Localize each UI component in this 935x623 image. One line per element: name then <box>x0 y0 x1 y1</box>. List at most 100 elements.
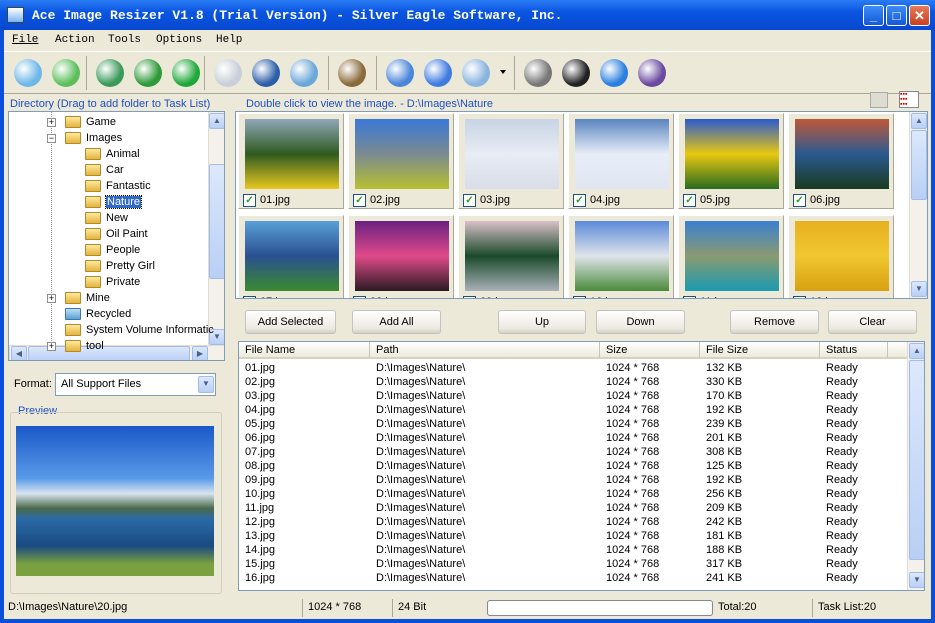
tree-node[interactable]: Private <box>85 274 140 290</box>
table-row[interactable]: 07.jpg D:\Images\Nature\ 1024 * 768 308 KB R… <box>239 445 907 459</box>
table-row[interactable]: 04.jpg D:\Images\Nature\ 1024 * 768 192 KB R… <box>239 403 907 417</box>
checkbox[interactable]: ✓ <box>573 296 586 298</box>
globe-button[interactable] <box>248 55 284 91</box>
checkbox[interactable]: ✓ <box>353 194 366 207</box>
checkbox[interactable]: ✓ <box>463 296 476 298</box>
checkbox[interactable]: ✓ <box>463 194 476 207</box>
checkbox[interactable]: ✓ <box>683 194 696 207</box>
checkbox[interactable]: ✓ <box>683 296 696 298</box>
task-list[interactable]: File Name Path Size File Size Status ▲ ▼… <box>238 341 925 591</box>
directory-tree[interactable]: ▲ ▼ ◀ ▶ + Game − Images Animal Car Fantastic Na… <box>8 111 225 361</box>
tree-node[interactable]: New <box>85 210 128 226</box>
blue-folder-button[interactable] <box>420 55 456 91</box>
monitor-button[interactable] <box>458 55 494 91</box>
tree-node[interactable]: System Volume Informatic <box>65 322 214 338</box>
table-row[interactable]: 15.jpg D:\Images\Nature\ 1024 * 768 317 KB R… <box>239 557 907 571</box>
scroll-thumb[interactable] <box>911 130 927 200</box>
table-row[interactable]: 06.jpg D:\Images\Nature\ 1024 * 768 201 KB R… <box>239 431 907 445</box>
tree-node[interactable]: Recycled <box>65 306 131 322</box>
maximize-button[interactable]: □ <box>886 5 907 26</box>
table-row[interactable]: 14.jpg D:\Images\Nature\ 1024 * 768 188 KB R… <box>239 543 907 557</box>
thumbnail-image[interactable] <box>575 119 669 189</box>
menu-file[interactable]: File <box>12 34 38 46</box>
resize-button[interactable] <box>130 55 166 91</box>
new-task-button[interactable] <box>10 55 46 91</box>
scroll-right-icon[interactable]: ▶ <box>192 346 208 360</box>
close-button[interactable]: ✕ <box>909 5 930 26</box>
tree-node[interactable]: Nature <box>85 194 143 210</box>
table-row[interactable]: 13.jpg D:\Images\Nature\ 1024 * 768 181 KB R… <box>239 529 907 543</box>
remove-button[interactable]: Remove <box>730 310 819 334</box>
scroll-left-icon[interactable]: ◀ <box>11 346 27 360</box>
thumbnail[interactable]: ✓ 02.jpg <box>348 113 454 209</box>
column-file-name[interactable]: File Name <box>239 342 370 359</box>
checkbox[interactable]: ✓ <box>573 194 586 207</box>
menu-options[interactable]: Options <box>156 34 202 46</box>
table-row[interactable]: 08.jpg D:\Images\Nature\ 1024 * 768 125 KB R… <box>239 459 907 473</box>
table-row[interactable]: 09.jpg D:\Images\Nature\ 1024 * 768 192 KB R… <box>239 473 907 487</box>
add-task-button[interactable] <box>48 55 84 91</box>
clear-button[interactable]: Clear <box>828 310 917 334</box>
checkbox[interactable]: ✓ <box>243 296 256 298</box>
thumbnail[interactable]: ✓ 04.jpg <box>568 113 674 209</box>
thumbnail[interactable]: ✓ 08.jpg <box>348 215 454 298</box>
scroll-thumb[interactable] <box>909 360 924 560</box>
convert-button[interactable] <box>92 55 128 91</box>
add-selected-button[interactable]: Add Selected <box>245 310 336 334</box>
checkbox[interactable]: ✓ <box>353 296 366 298</box>
table-row[interactable]: 10.jpg D:\Images\Nature\ 1024 * 768 256 KB R… <box>239 487 907 501</box>
table-row[interactable]: 01.jpg D:\Images\Nature\ 1024 * 768 132 KB R… <box>239 361 907 375</box>
thumbnail-image[interactable] <box>465 221 559 291</box>
pages-button[interactable] <box>210 55 246 91</box>
thumbnail[interactable]: ✓ 01.jpg <box>238 113 344 209</box>
column-size[interactable]: Size <box>600 342 700 359</box>
thumbs-scrollbar[interactable]: ▲ ▼ <box>909 112 927 298</box>
tree-node[interactable]: Car <box>85 162 124 178</box>
list-view-icon[interactable]: ▪▪▪ ▪▪▪ ▪▪▪ <box>899 91 919 108</box>
edit-button[interactable] <box>286 55 322 91</box>
tree-node[interactable]: Fantastic <box>85 178 151 194</box>
thumbnail-image[interactable] <box>355 119 449 189</box>
open-folder-button[interactable] <box>382 55 418 91</box>
menu-help[interactable]: Help <box>216 34 242 46</box>
column-status[interactable]: Status <box>820 342 888 359</box>
minimize-button[interactable]: _ <box>863 5 884 26</box>
table-row[interactable]: 16.jpg D:\Images\Nature\ 1024 * 768 241 KB R… <box>239 571 907 585</box>
checkbox[interactable]: ✓ <box>793 296 806 298</box>
format-select[interactable]: All Support Files ▼ <box>55 373 216 396</box>
thumbnail[interactable]: ✓ 03.jpg <box>458 113 564 209</box>
thumbnail-image[interactable] <box>355 221 449 291</box>
tree-node[interactable]: Game <box>65 114 116 130</box>
expand-icon[interactable]: + <box>47 118 56 127</box>
thumbnail-image[interactable] <box>575 221 669 291</box>
tree-node[interactable]: tool <box>65 338 104 354</box>
chevron-down-icon[interactable]: ▼ <box>198 376 214 393</box>
up-button[interactable]: Up <box>498 310 586 334</box>
thumbnail-grid[interactable]: ▲ ▼ ✓ 01.jpg ✓ 02.jpg ✓ 03.jpg ✓ 04.jpg ✓ 05.jpg ✓… <box>235 111 928 299</box>
list-scrollbar[interactable]: ▲ ▼ <box>907 342 924 590</box>
info-button[interactable] <box>596 55 632 91</box>
thumbnail[interactable]: ✓ 10.jpg <box>568 215 674 298</box>
thumbnail-image[interactable] <box>685 221 779 291</box>
add-all-button[interactable]: Add All <box>352 310 441 334</box>
tree-node[interactable]: Mine <box>65 290 110 306</box>
thumbnail-image[interactable] <box>685 119 779 189</box>
down-button[interactable]: Down <box>596 310 685 334</box>
tree-node[interactable]: People <box>85 242 140 258</box>
scroll-down-icon[interactable]: ▼ <box>911 281 927 297</box>
settings-button[interactable] <box>520 55 556 91</box>
scroll-thumb[interactable] <box>209 164 224 279</box>
scroll-up-icon[interactable]: ▲ <box>209 113 224 129</box>
checkbox[interactable]: ✓ <box>243 194 256 207</box>
menu-tools[interactable]: Tools <box>108 34 141 46</box>
tree-horizontal-scrollbar[interactable]: ◀ ▶ <box>9 345 224 360</box>
table-row[interactable]: 12.jpg D:\Images\Nature\ 1024 * 768 242 KB R… <box>239 515 907 529</box>
thumbnail-image[interactable] <box>245 221 339 291</box>
thumbnail-image[interactable] <box>795 221 889 291</box>
thumbnail[interactable]: ✓ 12.jpg <box>788 215 894 298</box>
expand-icon[interactable]: + <box>47 294 56 303</box>
thumbnail[interactable]: ✓ 06.jpg <box>788 113 894 209</box>
thumbnail[interactable]: ✓ 09.jpg <box>458 215 564 298</box>
table-row[interactable]: 02.jpg D:\Images\Nature\ 1024 * 768 330 KB R… <box>239 375 907 389</box>
checkbox[interactable]: ✓ <box>793 194 806 207</box>
